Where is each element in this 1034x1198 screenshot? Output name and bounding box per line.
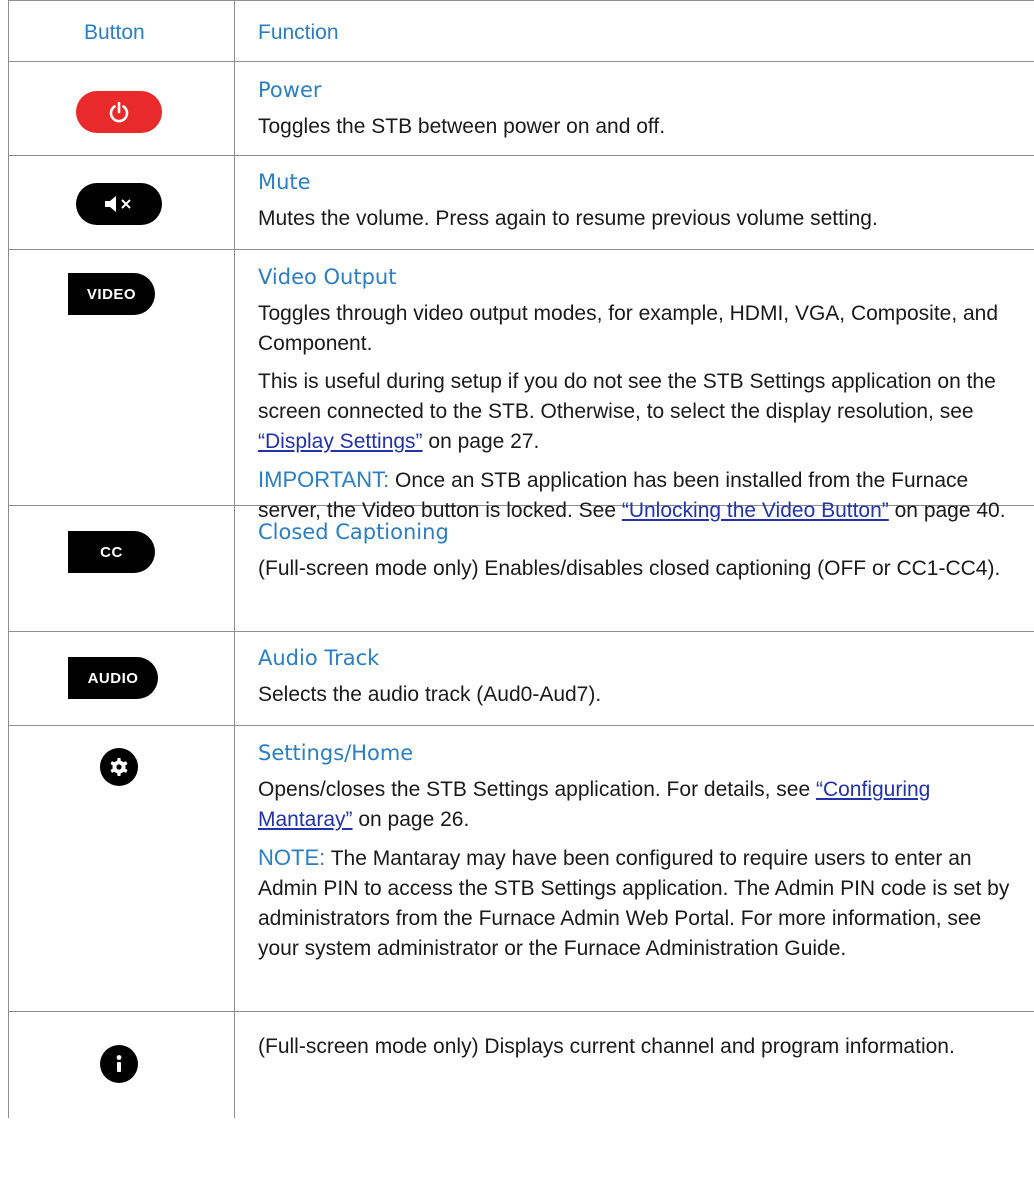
settings-home-title: Settings/Home — [258, 741, 414, 765]
video-setup-note: This is useful during setup if you do no… — [258, 370, 996, 453]
settings-home-description: Opens/closes the STB Settings applicatio… — [258, 778, 931, 831]
table-row-mute: Mute Mutes the volume. Press again to re… — [8, 156, 1034, 250]
display-settings-link[interactable]: “Display Settings” — [258, 430, 423, 453]
button-function-table: Button Function Power Toggles the STB be… — [8, 0, 1034, 1118]
table-row-audio-track: AUDIO Audio Track Selects the audio trac… — [8, 632, 1034, 726]
audio-button-label: AUDIO — [87, 669, 139, 687]
video-button-icon: VIDEO — [68, 273, 155, 315]
video-button-label: VIDEO — [86, 285, 137, 303]
mute-title: Mute — [258, 170, 311, 194]
mute-description: Mutes the volume. Press again to resume … — [258, 207, 878, 230]
header-function: Function — [258, 21, 339, 44]
audio-track-description: Selects the audio track (Aud0-Aud7). — [258, 683, 602, 706]
important-label: IMPORTANT: — [258, 467, 390, 492]
info-icon — [100, 1045, 138, 1083]
table-row-closed-captioning: CC Closed Captioning (Full-screen mode o… — [8, 506, 1034, 632]
video-title: Video Output — [258, 265, 397, 289]
cc-button-icon: CC — [68, 531, 155, 573]
table-row-video: VIDEO Video Output Toggles through video… — [8, 250, 1034, 522]
power-title: Power — [258, 78, 322, 102]
power-icon — [76, 91, 162, 133]
table-row-settings-home: Settings/Home Opens/closes the STB Setti… — [8, 726, 1034, 1012]
settings-home-note: NOTE: The Mantaray may have been configu… — [258, 845, 1010, 960]
note-label: NOTE: — [258, 845, 326, 870]
table-row-power: Power Toggles the STB between power on a… — [8, 62, 1034, 156]
gear-icon — [100, 748, 138, 786]
info-description: (Full-screen mode only) Displays current… — [258, 1035, 955, 1058]
mute-icon — [76, 183, 162, 225]
audio-track-title: Audio Track — [258, 646, 380, 670]
audio-button-icon: AUDIO — [68, 657, 158, 699]
closed-captioning-title: Closed Captioning — [258, 520, 449, 544]
header-button: Button — [84, 21, 145, 44]
video-description: Toggles through video output modes, for … — [258, 302, 999, 355]
cc-button-label: CC — [100, 543, 123, 561]
table-row-info: (Full-screen mode only) Displays current… — [8, 1012, 1034, 1118]
closed-captioning-description: (Full-screen mode only) Enables/disables… — [258, 557, 1001, 580]
power-description: Toggles the STB between power on and off… — [258, 115, 666, 138]
table-header: Button Function — [8, 0, 1034, 62]
